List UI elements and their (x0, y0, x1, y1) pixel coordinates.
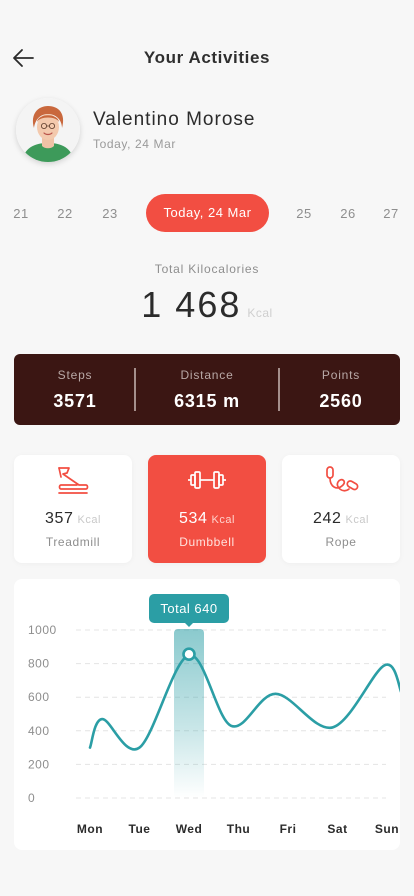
stat-label: Steps (57, 368, 93, 382)
x-tick-label: Thu (227, 822, 251, 836)
header: Your Activities (0, 40, 414, 76)
card-value: 534 (179, 510, 208, 527)
card-name: Rope (325, 535, 357, 549)
y-tick-label: 400 (28, 724, 50, 738)
chart-series-line (88, 653, 400, 751)
card-value-row: 357 Kcal (14, 510, 132, 528)
activity-cards: 357 Kcal Treadmill 534 Kcal Dumbbell 242… (14, 455, 400, 563)
card-unit: Kcal (77, 514, 101, 526)
x-tick-label: Sat (327, 822, 347, 836)
chart-tooltip-arrow (184, 622, 194, 627)
kcal-total: 1 468 Kcal (0, 284, 414, 326)
date-item[interactable]: 21 (7, 206, 35, 221)
stat-value: 2560 (319, 391, 363, 411)
stat-distance: Distance 6315 m (146, 354, 268, 425)
stats-panel: Steps 3571 Distance 6315 m Points 2560 (14, 354, 400, 425)
card-name: Dumbbell (179, 535, 235, 549)
y-tick-label: 200 (28, 757, 50, 771)
stat-label: Distance (180, 368, 234, 382)
activity-card-dumbbell[interactable]: 534 Kcal Dumbbell (148, 455, 266, 563)
activity-chart: 1000 800 600 400 200 0 Mon Tue Wed Thu Fri Sat Sun T… (14, 579, 400, 850)
date-selector: 21 22 23 Today, 24 Mar 25 26 27 (0, 194, 414, 232)
page-title: Your Activities (143, 48, 271, 67)
stat-label: Points (321, 368, 361, 382)
card-value: 242 (313, 510, 342, 527)
kcal-label: Total Kilocalories (154, 262, 260, 276)
profile-section: Valentino Morose Today, 24 Mar (16, 98, 396, 164)
date-item[interactable]: 26 (334, 206, 362, 221)
card-value-row: 242 Kcal (282, 510, 400, 528)
activity-card-rope[interactable]: 242 Kcal Rope (282, 455, 400, 563)
user-date: Today, 24 Mar (93, 137, 176, 151)
avatar[interactable] (16, 98, 80, 162)
date-item[interactable]: 25 (290, 206, 318, 221)
stat-steps: Steps 3571 (14, 354, 136, 425)
treadmill-icon (58, 467, 89, 494)
kcal-unit: Kcal (247, 306, 273, 320)
x-tick-label: Wed (176, 822, 203, 836)
stat-points: Points 2560 (280, 354, 402, 425)
card-unit: Kcal (211, 514, 235, 526)
avatar-photo (16, 98, 80, 162)
date-item[interactable]: 22 (51, 206, 79, 221)
x-tick-label: Mon (77, 822, 103, 836)
stat-divider (134, 368, 136, 411)
user-name: Valentino Morose (93, 109, 256, 130)
date-item[interactable]: 27 (377, 206, 405, 221)
card-value-row: 534 Kcal (148, 510, 266, 528)
y-tick-label: 1000 (28, 623, 57, 637)
card-name: Treadmill (45, 535, 101, 549)
stat-value: 3571 (53, 391, 97, 411)
stat-value: 6315 m (174, 391, 240, 411)
y-tick-label: 600 (28, 690, 50, 704)
jump-rope-icon (326, 466, 359, 492)
x-tick-label: Fri (280, 822, 297, 836)
activity-card-treadmill[interactable]: 357 Kcal Treadmill (14, 455, 132, 563)
x-tick-label: Tue (129, 822, 151, 836)
y-tick-label: 800 (28, 657, 50, 671)
dumbbell-icon (188, 471, 226, 489)
kcal-value: 1 468 (141, 284, 242, 325)
chart-highlight-point (182, 647, 196, 661)
y-tick-label: 0 (28, 791, 35, 805)
chart-tooltip: Total 640 (149, 594, 229, 623)
date-item-active[interactable]: Today, 24 Mar (146, 194, 269, 232)
card-unit: Kcal (345, 514, 369, 526)
date-item[interactable]: 23 (96, 206, 124, 221)
card-value: 357 (45, 510, 74, 527)
x-tick-label: Sun (375, 822, 399, 836)
